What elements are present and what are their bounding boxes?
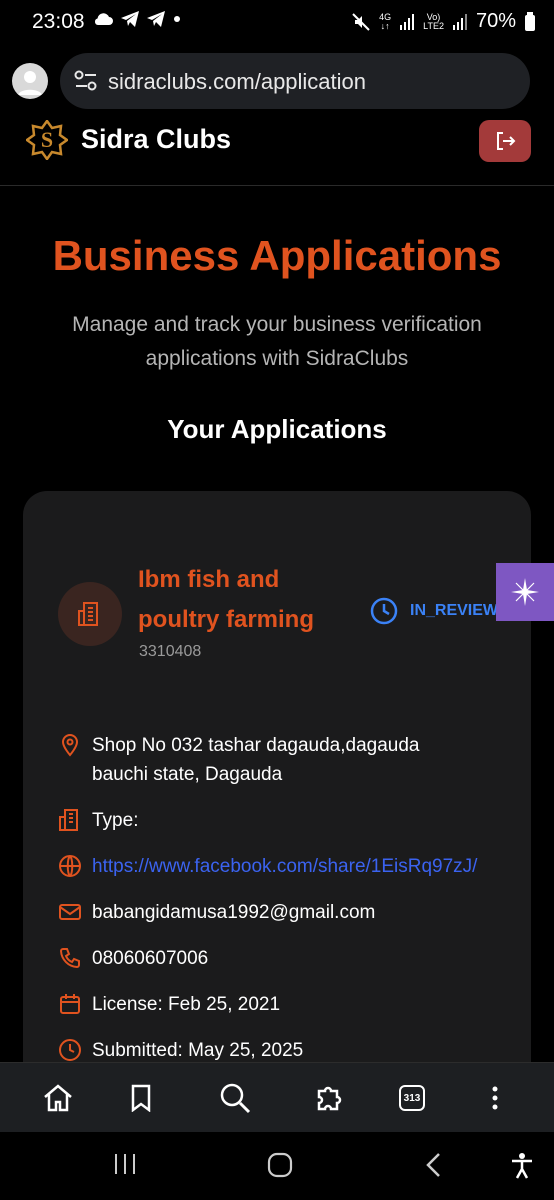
person-icon	[18, 71, 42, 95]
signal-icon	[400, 13, 415, 30]
volte-indicator: Vo) LTE2	[423, 11, 444, 31]
battery-icon	[525, 11, 535, 31]
network-type: 4G ↓↑	[379, 11, 392, 31]
tab-count: 313	[399, 1085, 425, 1111]
home-circle-icon	[267, 1152, 293, 1178]
page-title: Business Applications	[52, 232, 502, 279]
recents-icon	[115, 1154, 135, 1174]
status-text: IN_REVIEW	[410, 602, 499, 619]
floating-assistant-button[interactable]	[496, 563, 554, 621]
tabs-button[interactable]: 313	[395, 1081, 429, 1115]
more-vertical-icon	[492, 1086, 498, 1110]
license-row: License: Feb 25, 2021	[58, 990, 280, 1019]
accessibility-icon	[512, 1153, 532, 1179]
application-card[interactable]: Ibm fish and poultry farming 3310408 IN_…	[23, 491, 531, 1091]
bookmarks-button[interactable]	[124, 1081, 158, 1115]
signal-icon	[452, 13, 467, 30]
system-nav-bar	[0, 1132, 554, 1200]
url-text: sidraclubs.com/application	[108, 69, 367, 94]
address-text: Shop No 032 tashar dagauda,dagauda bauch…	[92, 735, 420, 785]
logout-icon	[497, 132, 516, 150]
search-icon	[220, 1083, 251, 1114]
home-nav-button[interactable]	[267, 1152, 293, 1183]
telegram-icon	[121, 11, 139, 27]
phone-icon	[59, 948, 80, 969]
calendar-icon	[60, 994, 80, 1014]
globe-icon	[59, 855, 81, 877]
phone-text: 08060607006	[92, 948, 209, 969]
building-icon	[59, 809, 78, 831]
business-name: Ibm fish and poultry farming	[138, 566, 315, 633]
browser-url-bar: sidraclubs.com/application	[0, 46, 554, 122]
cloud-icon	[94, 13, 113, 25]
logo-letter: S	[40, 127, 54, 152]
website-row: https://www.facebook.com/share/1EisRq97z…	[58, 852, 477, 881]
sidra-logo[interactable]: S	[24, 118, 70, 165]
page-subtitle: Manage and track your business verificat…	[72, 313, 482, 370]
home-button[interactable]	[41, 1081, 75, 1115]
recents-button[interactable]	[113, 1152, 137, 1181]
type-row: Type:	[58, 806, 138, 835]
home-icon	[44, 1084, 72, 1112]
mail-icon	[59, 904, 81, 920]
back-chevron-icon	[426, 1153, 440, 1177]
bookmark-icon	[131, 1084, 151, 1112]
battery-percent: 70%	[475, 10, 516, 32]
status-bar: 23:08 4G ↓↑ Vo) LTE2 70%	[0, 0, 554, 46]
puzzle-icon	[317, 1086, 342, 1111]
type-text: Type:	[92, 810, 139, 831]
status-time: 23:08	[32, 10, 85, 33]
license-text: License: Feb 25, 2021	[92, 994, 281, 1015]
location-pin-icon	[61, 733, 79, 757]
clock-icon	[370, 597, 398, 625]
email-text: babangidamusa1992@gmail.com	[92, 902, 376, 923]
status-badge: IN_REVIEW	[370, 597, 498, 625]
notification-icons	[92, 10, 182, 28]
clock-icon	[59, 1039, 81, 1061]
application-id: 3310408	[139, 643, 202, 660]
search-button[interactable]	[218, 1081, 252, 1115]
sparkle-icon	[511, 578, 539, 606]
profile-avatar[interactable]	[12, 63, 48, 99]
address-row: Shop No 032 tashar dagauda,dagauda bauch…	[58, 731, 452, 789]
telegram-icon	[147, 11, 165, 27]
email-row: babangidamusa1992@gmail.com	[58, 898, 375, 927]
mute-icon	[352, 12, 370, 31]
address-field[interactable]: sidraclubs.com/application	[60, 53, 530, 109]
back-button[interactable]	[424, 1152, 444, 1183]
submitted-text: Submitted: May 25, 2025	[92, 1040, 304, 1061]
site-header: S Sidra Clubs	[0, 118, 554, 186]
logout-button[interactable]	[479, 120, 531, 162]
accessibility-button[interactable]	[509, 1152, 535, 1185]
phone-row: 08060607006	[58, 944, 208, 973]
browser-toolbar: 313	[0, 1062, 554, 1132]
brand-name: Sidra Clubs	[81, 124, 232, 154]
menu-button[interactable]	[478, 1081, 512, 1115]
system-icons: 4G ↓↑ Vo) LTE2 70%	[351, 10, 536, 33]
dot-icon	[174, 16, 180, 22]
extensions-button[interactable]	[313, 1081, 347, 1115]
business-icon	[58, 582, 122, 646]
website-link[interactable]: https://www.facebook.com/share/1EisRq97z…	[92, 852, 477, 881]
site-settings-icon[interactable]	[74, 70, 98, 92]
section-title: Your Applications	[167, 414, 387, 444]
submitted-row: Submitted: May 25, 2025	[58, 1036, 303, 1065]
